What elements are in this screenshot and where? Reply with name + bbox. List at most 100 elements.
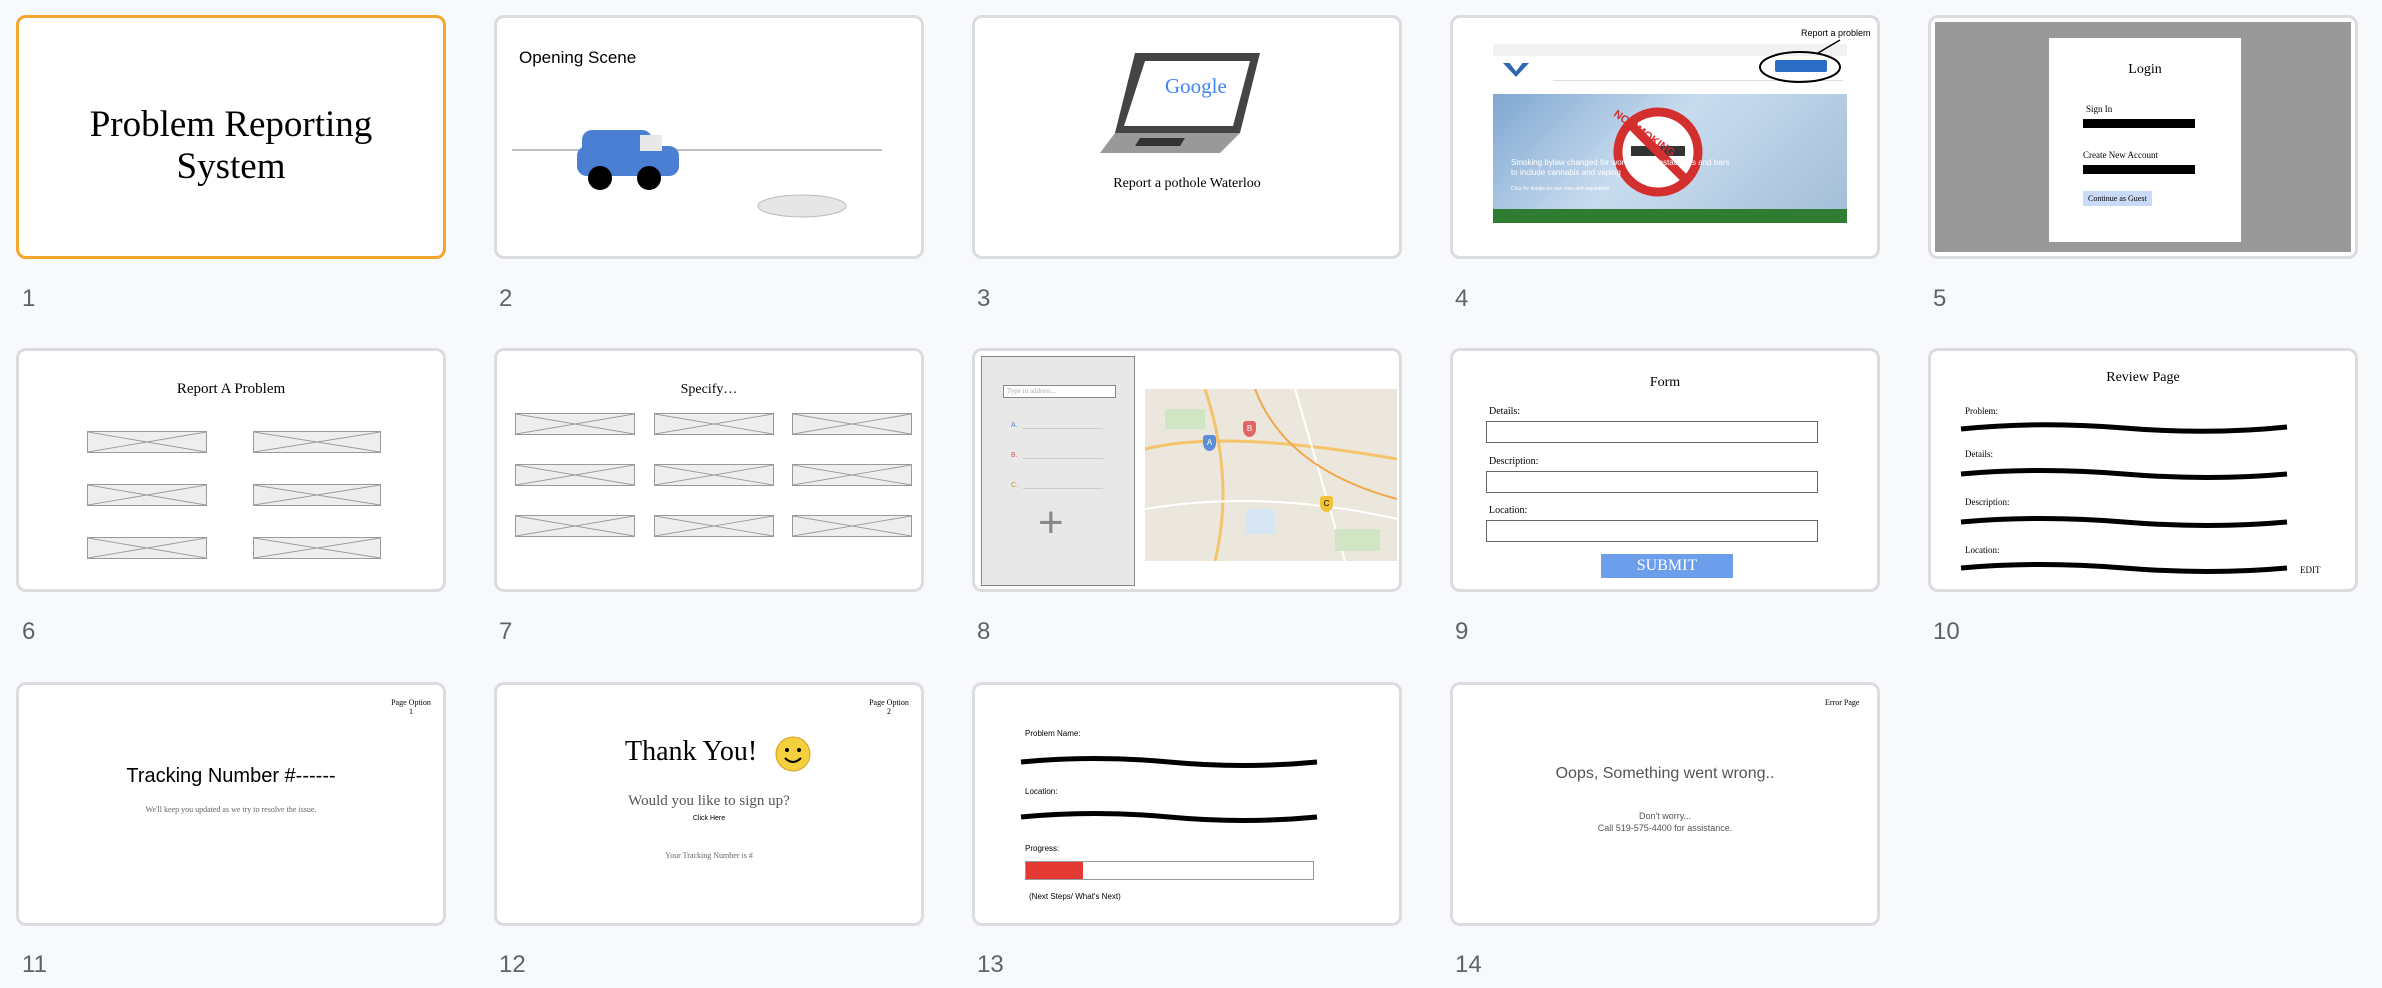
image-placeholder <box>87 537 207 559</box>
slide2-title: Opening Scene <box>519 48 637 67</box>
footer-bar <box>1493 209 1847 223</box>
slide-number: 13 <box>977 951 1004 978</box>
slide-number: 4 <box>1455 285 1469 312</box>
map-pin-a[interactable]: A <box>1203 435 1216 451</box>
continue-as-guest-button[interactable]: Continue as Guest <box>2083 191 2152 206</box>
create-account-label: Create New Account <box>2083 150 2158 160</box>
image-placeholder <box>253 431 381 453</box>
error-title: Oops, Something went wrong.. <box>1555 765 1775 782</box>
description-label: Description: <box>1489 456 1539 467</box>
submit-button[interactable]: SUBMIT <box>1601 554 1733 578</box>
next-steps-text: (Next Steps/ What's Next) <box>1029 892 1121 901</box>
image-placeholder <box>515 464 635 486</box>
slide6-title: Report A Problem <box>176 381 286 397</box>
details-label: Details: <box>1489 406 1521 417</box>
image-placeholder <box>792 413 912 435</box>
slide-thumbnail-2[interactable]: Opening Scene <box>494 15 924 259</box>
slide-number: 1 <box>22 285 36 312</box>
slide-thumbnail-9[interactable]: Form Details: Description: Location: SUB… <box>1450 348 1880 592</box>
list-line <box>1023 428 1103 429</box>
add-stop-icon[interactable]: + <box>1038 501 1064 545</box>
details-field[interactable] <box>1486 421 1818 443</box>
address-search-input[interactable]: Type in address... <box>1003 385 1116 398</box>
slide-number: 8 <box>977 618 991 645</box>
slide7-title: Specify… <box>680 382 738 397</box>
progress-bar <box>1025 861 1314 880</box>
slide-number: 7 <box>499 618 513 645</box>
car-illustration <box>512 130 882 218</box>
sign-in-field[interactable] <box>2083 119 2195 128</box>
tracking-number-title: Tracking Number #------ <box>126 765 336 787</box>
slide-thumbnail-10[interactable]: Review Page Problem: Details: Descriptio… <box>1928 348 2358 592</box>
location-label: Location: <box>1489 505 1528 516</box>
image-placeholder <box>87 484 207 506</box>
page-option-label: Page Option 1 <box>391 698 431 716</box>
hero-headline: Smoking bylaw changed for workplaces, re… <box>1511 158 1730 177</box>
slide3-caption: Report a pothole Waterloo <box>1113 176 1261 191</box>
map-pin-c[interactable]: C <box>1320 496 1333 512</box>
slide-thumbnail-6[interactable]: Report A Problem <box>16 348 446 592</box>
slide-thumbnail-4[interactable]: Report a problem NO SMOKING Smoking byla… <box>1450 15 1880 259</box>
list-label-a: A. <box>1011 422 1018 429</box>
map-roads <box>1145 389 1397 561</box>
slide1-title: Problem Reporting System <box>89 104 373 187</box>
details-label: Details: <box>1965 449 1993 459</box>
list-line <box>1023 458 1103 459</box>
laptop-icon <box>1100 53 1260 153</box>
error-line-2: Call 519-575-4400 for assistance. <box>1597 823 1733 833</box>
image-placeholder <box>515 515 635 537</box>
image-placeholder <box>87 431 207 453</box>
location-label: Location: <box>1965 545 2000 555</box>
edit-button[interactable]: EDIT <box>2300 565 2321 575</box>
slide-thumbnail-7[interactable]: Specify… <box>494 348 924 592</box>
image-placeholder <box>253 484 381 506</box>
slide-number: 6 <box>22 618 36 645</box>
location-field[interactable] <box>1486 520 1818 542</box>
slide-thumbnail-11[interactable]: Page Option 1 Tracking Number #------ We… <box>16 682 446 926</box>
error-page-label: Error Page <box>1825 698 1860 707</box>
list-label-b: B. <box>1011 452 1018 459</box>
image-placeholder <box>654 464 774 486</box>
map-pin-b[interactable]: B <box>1243 421 1256 437</box>
slide-number: 9 <box>1455 618 1469 645</box>
redacted-value-line <box>1960 422 2288 434</box>
slide-number: 11 <box>22 951 47 978</box>
image-placeholder <box>654 515 774 537</box>
login-title: Login <box>2128 62 2162 77</box>
tracking-number-text: Your Tracking Number is # <box>665 851 753 860</box>
smiley-icon <box>775 736 811 772</box>
slide-thumbnail-5[interactable]: Login Sign In Create New Account Continu… <box>1928 15 2358 259</box>
callout-circle <box>1759 39 1841 83</box>
slide-thumbnail-12[interactable]: Page Option 2 Thank You! Would you like … <box>494 682 924 926</box>
slide-number: 12 <box>499 951 526 978</box>
image-placeholder <box>792 464 912 486</box>
create-account-field[interactable] <box>2083 165 2195 174</box>
slide-thumbnail-3[interactable]: Google Report a pothole Waterloo <box>972 15 1402 259</box>
slide-number: 10 <box>1933 618 1960 645</box>
slide-thumbnail-13[interactable]: Problem Name: Location: Progress: (Next … <box>972 682 1402 926</box>
progress-fill <box>1026 862 1084 879</box>
tracking-subtitle: We'll keep you updated as we try to reso… <box>145 805 317 814</box>
sign-in-label: Sign In <box>2086 104 2113 114</box>
slide-number: 14 <box>1455 951 1482 978</box>
image-placeholder <box>792 515 912 537</box>
slide-number: 2 <box>499 285 513 312</box>
slide-thumbnail-14[interactable]: Error Page Oops, Something went wrong.. … <box>1450 682 1880 926</box>
hero-subheadline: Click for details on new laws and regula… <box>1511 186 1610 192</box>
image-placeholder <box>253 537 381 559</box>
sign-up-question: Would you like to sign up? <box>628 793 790 809</box>
slide-thumbnail-8[interactable]: Type in address... A. B. C. + A B C <box>972 348 1402 592</box>
progress-label: Progress: <box>1025 844 1060 853</box>
map-view[interactable] <box>1145 389 1397 561</box>
description-field[interactable] <box>1486 471 1818 493</box>
redacted-value-line <box>1020 756 1318 768</box>
location-label: Location: <box>1025 787 1058 796</box>
google-logo: Google <box>1165 74 1227 98</box>
description-label: Description: <box>1965 497 2010 507</box>
review-title: Review Page <box>2106 370 2180 385</box>
click-here-link[interactable]: Click Here <box>497 815 921 822</box>
redacted-value-line <box>1960 562 2288 574</box>
image-placeholder <box>654 413 774 435</box>
slide-thumbnail-1[interactable]: Problem Reporting System <box>16 15 446 259</box>
error-line-1: Don't worry... <box>1638 811 1692 821</box>
